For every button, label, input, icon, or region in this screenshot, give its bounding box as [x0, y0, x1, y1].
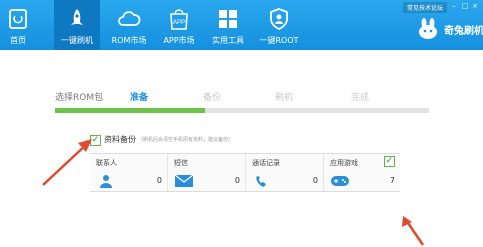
backup-item-sms[interactable]: 短信 0 — [168, 154, 246, 191]
sms-header: 短信 — [174, 159, 188, 167]
nav-one-click-flash-label: 一键刷机 — [61, 36, 93, 45]
nav-rom-market-label: ROM市场 — [111, 36, 147, 45]
nav-home-label: 首页 — [10, 36, 26, 45]
nav-one-click-root-label: 一键ROOT — [259, 36, 299, 45]
sms-count: 0 — [234, 176, 240, 185]
rabbit-logo-icon — [419, 18, 437, 39]
envelope-icon — [174, 174, 194, 187]
nav-home[interactable]: 首页 — [0, 0, 36, 50]
backup-item-apps-games[interactable]: 应用游戏 ✓ 7 — [324, 154, 400, 191]
app-bag-icon: APP — [170, 9, 188, 30]
step-flash: 刷机 — [275, 93, 294, 103]
backup-items-table: 联系人 0 短信 0 通话记录 0 应用游戏 ✓ 7 — [90, 153, 400, 192]
nav-rom-market[interactable]: ROM市场 — [106, 0, 152, 50]
backup-note: (刷机后会清空手机原有资料，建议备份) — [141, 137, 230, 143]
apps-games-header: 应用游戏 — [330, 159, 358, 167]
call-log-header: 通话记录 — [252, 159, 280, 167]
nav-one-click-flash[interactable]: 一键刷机 — [54, 0, 100, 50]
step-select-rom: 选择ROM包 — [55, 93, 104, 103]
step-prepare: 准备 — [130, 93, 149, 103]
maximize-icon[interactable]: □ — [462, 3, 469, 10]
nav-app-market[interactable]: APP APP市场 — [157, 0, 201, 50]
nav-app-market-label: APP市场 — [163, 36, 195, 45]
backup-item-contacts[interactable]: 联系人 0 — [90, 154, 168, 191]
step-finish: 完成 — [351, 93, 370, 103]
annotation-arrow-icon — [42, 139, 92, 186]
backup-item-call-log[interactable]: 通话记录 0 — [246, 154, 324, 191]
progress-fill — [55, 108, 205, 113]
phone-icon — [256, 176, 266, 187]
home-icon — [9, 9, 27, 29]
top-navigation-bar: 首页 一键刷机 ROM市场 APP APP市场 实用工具 一键ROOT 常见技术… — [0, 0, 483, 50]
contact-icon — [100, 175, 112, 188]
cloud-icon — [118, 11, 141, 26]
forum-link[interactable]: 常见技术论坛 — [402, 2, 447, 13]
nav-tools-label: 实用工具 — [212, 36, 244, 45]
nav-tools[interactable]: 实用工具 — [206, 0, 250, 50]
nav-one-click-root[interactable]: 一键ROOT — [256, 0, 302, 50]
contacts-header: 联系人 — [96, 159, 117, 167]
progress-track — [55, 108, 429, 113]
flash-progress-steps: 选择ROM包 准备 备份 刷机 完成 — [55, 90, 429, 116]
close-icon[interactable]: × — [472, 3, 479, 10]
app-bag-icon-text: APP — [173, 20, 185, 26]
grid-icon — [219, 10, 237, 28]
rocket-icon — [71, 9, 83, 25]
contacts-count: 0 — [156, 176, 162, 185]
call-log-count: 0 — [312, 176, 318, 185]
annotation-arrow-icon — [402, 216, 425, 246]
apps-games-count: 7 — [389, 176, 395, 185]
shield-icon — [270, 8, 288, 31]
backup-title: 资料备份 — [104, 135, 136, 144]
gamepad-icon — [331, 176, 349, 186]
brand-name: 奇兔刷机 — [444, 26, 483, 37]
brand: 奇兔刷机 — [416, 18, 483, 42]
minimize-icon[interactable]: – — [452, 3, 459, 10]
apps-games-checkbox[interactable]: ✓ — [384, 156, 395, 167]
step-backup: 备份 — [203, 93, 222, 103]
